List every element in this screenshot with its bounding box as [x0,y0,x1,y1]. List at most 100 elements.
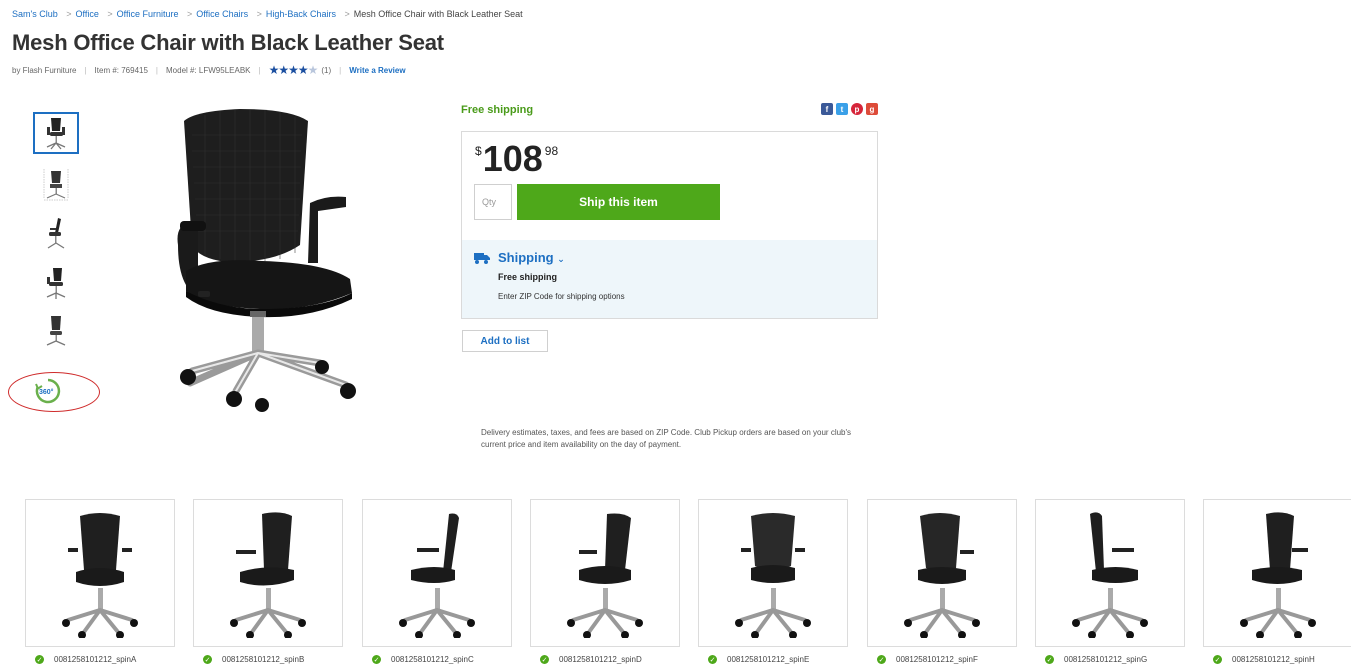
price-cents: 98 [544,144,559,158]
caption-text: 0081258101212_spinE [727,655,810,664]
spin-image-caption: ✓ 0081258101212_spinF [877,655,978,664]
price-currency: $ [475,144,482,158]
pinterest-icon[interactable]: p [851,103,863,115]
divider: | [339,65,342,75]
star-icon: ★ [268,63,280,77]
breadcrumb-separator: > [66,9,72,19]
checkmark-icon: ✓ [35,655,44,664]
checkmark-icon: ✓ [877,655,886,664]
page-title: Mesh Office Chair with Black Leather Sea… [12,30,444,55]
twitter-icon[interactable]: t [836,103,848,115]
chair-spin-image [735,513,811,638]
spin-image-caption: ✓ 0081258101212_spinH [1213,655,1315,664]
spin-image-caption: ✓ 0081258101212_spinD [540,655,642,664]
breadcrumb-separator: > [187,9,193,19]
chair-spin-image [230,512,306,638]
breadcrumb-separator: > [344,9,350,19]
spin-image-caption: ✓ 0081258101212_spinC [372,655,474,664]
model-number: Model #: LFW95LEABK [166,65,251,75]
google-plus-icon[interactable]: g [866,103,878,115]
spin-image-frame[interactable] [698,499,848,647]
caption-text: 0081258101212_spinF [896,655,978,664]
breadcrumb-link-office[interactable]: Office [76,9,99,19]
thumbnail-dimensions[interactable] [33,163,79,205]
caption-text: 0081258101212_spinD [559,655,642,664]
spin-image-frame[interactable] [25,499,175,647]
360-spin-button[interactable]: 360° [8,372,100,412]
chair-spin-image [1240,512,1316,638]
zip-code-link[interactable]: Enter ZIP Code for shipping options [498,292,625,301]
chair-spin-image [1072,512,1148,638]
spin-image-frame[interactable] [1203,499,1351,647]
spin-image-frame[interactable] [1035,499,1185,647]
breadcrumb-link-office-chairs[interactable]: Office Chairs [196,9,248,19]
chair-thumbnail-image [46,316,66,346]
product-meta: by Flash Furniture | Item #: 769415 | Mo… [12,63,406,77]
add-to-list-button[interactable]: Add to list [462,330,548,352]
breadcrumb-separator: > [107,9,113,19]
facebook-icon[interactable]: f [821,103,833,115]
chair-thumbnail-image [47,218,65,249]
spin-image-frame[interactable] [530,499,680,647]
breadcrumb-separator: > [256,9,262,19]
checkmark-icon: ✓ [540,655,549,664]
breadcrumb-link-high-back-chairs[interactable]: High-Back Chairs [266,9,336,19]
checkmark-icon: ✓ [1045,655,1054,664]
rating-stars[interactable]: ★★★★★ [268,63,319,77]
spin-image-frame[interactable] [867,499,1017,647]
caption-text: 0081258101212_spinA [54,655,137,664]
chair-thumbnail-image [43,169,69,201]
360-spin-icon: 360° [35,378,61,404]
thumbnail-side[interactable] [33,212,79,254]
caption-text: 0081258101212_spinB [222,655,305,664]
divider: | [155,65,158,75]
spin-image-caption: ✓ 0081258101212_spinE [708,655,809,664]
spin-image-caption: ✓ 0081258101212_spinA [35,655,136,664]
breadcrumb-link-office-furniture[interactable]: Office Furniture [117,9,179,19]
thumbnail-angle[interactable] [33,262,79,304]
spin-image-frame[interactable] [362,499,512,647]
chair-spin-image [904,513,980,638]
spin-image-caption: ✓ 0081258101212_spinB [203,655,304,664]
chair-spin-image [567,513,643,638]
chevron-down-icon: ⌄ [557,254,565,264]
caption-text: 0081258101212_spinC [391,655,474,664]
spin-image-frame[interactable] [193,499,343,647]
star-icon: ★ [288,63,299,77]
price-dollars: 108 [482,138,543,179]
review-count[interactable]: (1) [321,66,331,75]
checkmark-icon: ✓ [708,655,717,664]
free-shipping-label: Free shipping [461,104,534,116]
chair-spin-image [399,513,475,638]
star-icon: ★ [278,63,289,77]
star-icon: ★ [297,63,309,77]
breadcrumb: Sam's Club > Office > Office Furniture > Of… [12,9,523,19]
breadcrumb-link-sams-club[interactable]: Sam's Club [12,9,58,19]
thumbnail-back[interactable] [33,312,79,350]
spin-image-caption: ✓ 0081258101212_spinG [1045,655,1147,664]
truck-icon [474,253,490,264]
checkmark-icon: ✓ [1213,655,1222,664]
checkmark-icon: ✓ [203,655,212,664]
thumbnail-front[interactable] [33,112,79,154]
chair-thumbnail-image [46,268,66,299]
social-share: f t p g [821,103,878,115]
write-review-link[interactable]: Write a Review [349,66,405,75]
chair-spin-image [62,513,138,638]
brand-label: by Flash Furniture [12,65,77,75]
main-product-image[interactable] [150,95,380,415]
divider: | [258,65,261,75]
divider: | [84,65,87,75]
ship-this-item-button[interactable]: Ship this item [517,184,720,220]
chair-thumbnail-image [46,118,66,150]
item-number: Item #: 769415 [94,65,148,75]
price: $ 108 98 [475,140,558,178]
quantity-input[interactable]: Qty [474,184,512,220]
star-icon: ★ [307,63,319,77]
shipping-free-text: Free shipping [498,272,558,282]
delivery-disclaimer: Delivery estimates, taxes, and fees are … [481,428,852,449]
caption-text: 0081258101212_spinG [1064,655,1148,664]
shipping-dropdown[interactable]: Shipping ⌄ [498,250,565,265]
spin-label: 360° [39,388,54,396]
breadcrumb-current: Mesh Office Chair with Black Leather Sea… [353,9,523,19]
